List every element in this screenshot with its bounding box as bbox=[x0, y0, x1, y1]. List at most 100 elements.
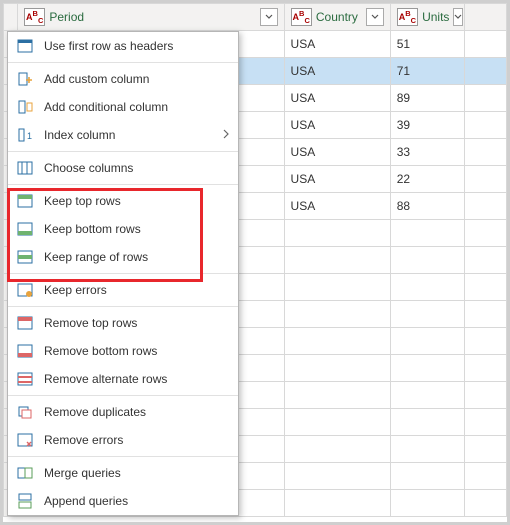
cell[interactable] bbox=[390, 355, 464, 382]
cell[interactable] bbox=[464, 220, 506, 247]
cell[interactable] bbox=[464, 58, 506, 85]
menu-separator bbox=[8, 456, 238, 457]
cell[interactable] bbox=[284, 463, 390, 490]
menu-merge-queries[interactable]: Merge queries bbox=[8, 459, 238, 487]
app-frame: ABC Period ABC Country ABC Units bbox=[0, 0, 510, 525]
cell[interactable] bbox=[464, 382, 506, 409]
menu-remove-bottom-rows[interactable]: Remove bottom rows bbox=[8, 337, 238, 365]
col-header-period[interactable]: ABC Period bbox=[18, 4, 285, 31]
cell[interactable]: USA bbox=[284, 112, 390, 139]
submenu-arrow-icon bbox=[222, 128, 230, 142]
cell[interactable]: 22 bbox=[390, 166, 464, 193]
index-column-icon: 1 bbox=[16, 126, 34, 144]
col-header-country[interactable]: ABC Country bbox=[284, 4, 390, 31]
cell[interactable] bbox=[390, 328, 464, 355]
cell[interactable] bbox=[464, 31, 506, 58]
cell[interactable] bbox=[464, 436, 506, 463]
cell[interactable] bbox=[464, 166, 506, 193]
cell[interactable] bbox=[284, 355, 390, 382]
menu-index-column[interactable]: 1Index column bbox=[8, 121, 238, 149]
cell[interactable] bbox=[464, 328, 506, 355]
cell[interactable] bbox=[390, 490, 464, 517]
type-text-icon: ABC bbox=[24, 8, 45, 26]
menu-remove-alternate-rows[interactable]: Remove alternate rows bbox=[8, 365, 238, 393]
context-menu: Use first row as headers Add custom colu… bbox=[7, 31, 239, 516]
menu-separator bbox=[8, 395, 238, 396]
cell[interactable] bbox=[390, 301, 464, 328]
cell[interactable] bbox=[284, 274, 390, 301]
cell[interactable]: 33 bbox=[390, 139, 464, 166]
keep-range-icon bbox=[16, 248, 34, 266]
menu-separator bbox=[8, 184, 238, 185]
cell[interactable] bbox=[464, 274, 506, 301]
cell[interactable]: 51 bbox=[390, 31, 464, 58]
remove-duplicates-icon bbox=[16, 403, 34, 421]
filter-dropdown[interactable] bbox=[366, 8, 384, 26]
menu-remove-duplicates[interactable]: Remove duplicates bbox=[8, 398, 238, 426]
append-icon bbox=[16, 492, 34, 510]
cell[interactable] bbox=[284, 301, 390, 328]
cell[interactable]: USA bbox=[284, 58, 390, 85]
header-row: ABC Period ABC Country ABC Units bbox=[4, 4, 507, 31]
cell[interactable] bbox=[284, 247, 390, 274]
col-header-units[interactable]: ABC Units bbox=[390, 4, 464, 31]
cell[interactable]: USA bbox=[284, 193, 390, 220]
keep-top-icon bbox=[16, 192, 34, 210]
cell[interactable] bbox=[390, 274, 464, 301]
filter-dropdown[interactable] bbox=[260, 8, 278, 26]
cell[interactable] bbox=[464, 490, 506, 517]
cell[interactable] bbox=[390, 220, 464, 247]
type-text-icon: ABC bbox=[397, 8, 418, 26]
menu-append-queries[interactable]: Append queries bbox=[8, 487, 238, 515]
cell[interactable]: USA bbox=[284, 139, 390, 166]
cell[interactable] bbox=[390, 409, 464, 436]
cell[interactable] bbox=[284, 409, 390, 436]
cell[interactable] bbox=[284, 490, 390, 517]
menu-remove-errors[interactable]: Remove errors bbox=[8, 426, 238, 454]
choose-columns-icon bbox=[16, 159, 34, 177]
cell[interactable] bbox=[464, 409, 506, 436]
cell[interactable] bbox=[464, 247, 506, 274]
menu-use-first-row[interactable]: Use first row as headers bbox=[8, 32, 238, 60]
cell[interactable] bbox=[284, 382, 390, 409]
col-label: Country bbox=[316, 10, 362, 24]
menu-choose-columns[interactable]: Choose columns bbox=[8, 154, 238, 182]
cell[interactable] bbox=[464, 112, 506, 139]
cell[interactable] bbox=[464, 85, 506, 112]
cell[interactable] bbox=[390, 436, 464, 463]
menu-keep-range-rows[interactable]: Keep range of rows bbox=[8, 243, 238, 271]
menu-keep-top-rows[interactable]: Keep top rows bbox=[8, 187, 238, 215]
cell[interactable] bbox=[464, 463, 506, 490]
remove-bottom-icon bbox=[16, 342, 34, 360]
col-header-empty bbox=[464, 4, 506, 31]
col-label: Units bbox=[422, 10, 449, 24]
menu-add-custom-column[interactable]: Add custom column bbox=[8, 65, 238, 93]
cell[interactable] bbox=[464, 301, 506, 328]
cell[interactable] bbox=[390, 463, 464, 490]
filter-dropdown[interactable] bbox=[453, 8, 463, 26]
cell[interactable] bbox=[464, 193, 506, 220]
cell[interactable] bbox=[284, 436, 390, 463]
cell[interactable] bbox=[284, 328, 390, 355]
cell[interactable] bbox=[464, 355, 506, 382]
cell[interactable] bbox=[390, 247, 464, 274]
cell[interactable]: 89 bbox=[390, 85, 464, 112]
merge-icon bbox=[16, 464, 34, 482]
cell[interactable]: 39 bbox=[390, 112, 464, 139]
svg-text:1: 1 bbox=[27, 131, 32, 141]
menu-keep-bottom-rows[interactable]: Keep bottom rows bbox=[8, 215, 238, 243]
menu-separator bbox=[8, 62, 238, 63]
cell[interactable] bbox=[284, 220, 390, 247]
cell[interactable]: 71 bbox=[390, 58, 464, 85]
cell[interactable]: 88 bbox=[390, 193, 464, 220]
cell[interactable] bbox=[464, 139, 506, 166]
cell[interactable] bbox=[390, 382, 464, 409]
cell[interactable]: USA bbox=[284, 31, 390, 58]
conditional-column-icon bbox=[16, 98, 34, 116]
menu-add-conditional-column[interactable]: Add conditional column bbox=[8, 93, 238, 121]
cell[interactable]: USA bbox=[284, 166, 390, 193]
cell[interactable]: USA bbox=[284, 85, 390, 112]
menu-keep-errors[interactable]: Keep errors bbox=[8, 276, 238, 304]
remove-top-icon bbox=[16, 314, 34, 332]
menu-remove-top-rows[interactable]: Remove top rows bbox=[8, 309, 238, 337]
